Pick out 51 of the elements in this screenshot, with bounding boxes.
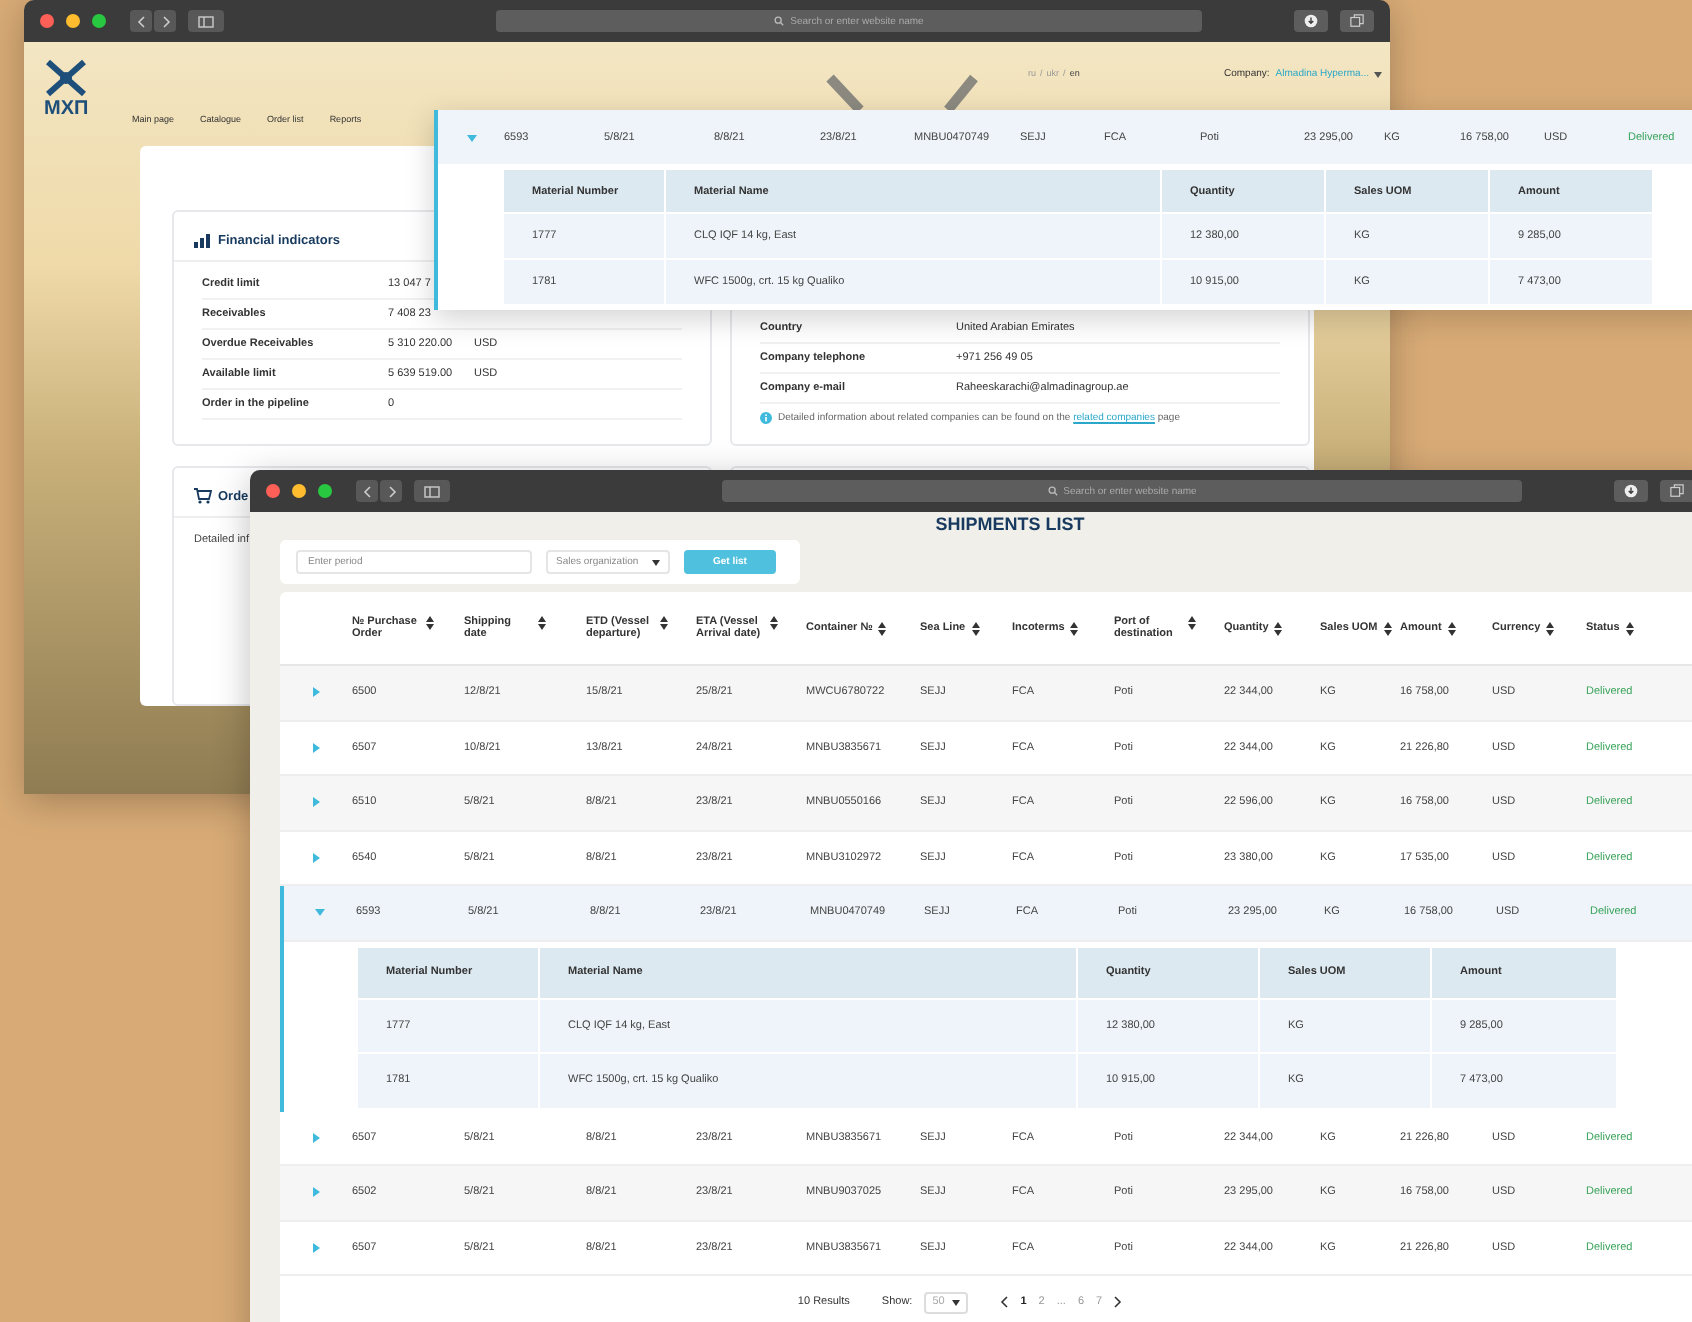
- sort-icon[interactable]: [1383, 621, 1392, 635]
- sort-icon[interactable]: [1188, 616, 1196, 630]
- caret-icon: [652, 559, 660, 565]
- sort-icon[interactable]: [1274, 621, 1283, 635]
- next-page-icon[interactable]: [1114, 1296, 1123, 1308]
- tabs-icon: [1670, 484, 1684, 498]
- sidebar-icon: [198, 15, 214, 27]
- sort-icon[interactable]: [770, 616, 778, 630]
- minimize-icon[interactable]: [292, 484, 306, 498]
- download-button[interactable]: [1294, 10, 1328, 32]
- back-button[interactable]: [356, 480, 378, 502]
- download-icon: [1304, 14, 1318, 28]
- search-icon: [1047, 486, 1058, 496]
- sort-icon[interactable]: [971, 621, 980, 635]
- sidebar-button[interactable]: [414, 480, 450, 502]
- tabs-button[interactable]: [1660, 480, 1692, 502]
- close-icon[interactable]: [40, 14, 54, 28]
- close-icon[interactable]: [266, 484, 280, 498]
- maximize-icon[interactable]: [92, 14, 106, 28]
- page-title: SHIPMENTS LIST: [933, 512, 1087, 536]
- tabs-icon: [1350, 14, 1364, 28]
- back-button[interactable]: [130, 10, 152, 32]
- minimize-icon[interactable]: [66, 14, 80, 28]
- chevron-right-icon: [385, 485, 397, 497]
- search-icon: [774, 16, 785, 26]
- previous-page-icon[interactable]: [1000, 1296, 1009, 1308]
- caret-icon: [952, 1299, 961, 1305]
- caret-icon: [1374, 71, 1383, 77]
- bar-chart-icon: [194, 232, 212, 248]
- sort-icon[interactable]: [1070, 621, 1079, 635]
- forward-button[interactable]: [154, 10, 176, 32]
- maximize-icon[interactable]: [318, 484, 332, 498]
- sort-icon[interactable]: [878, 621, 887, 635]
- logo-text: МХП: [44, 98, 89, 120]
- cart-icon: [194, 488, 212, 504]
- chevron-left-icon: [361, 485, 373, 497]
- sort-icon[interactable]: [538, 616, 546, 630]
- sort-icon[interactable]: [426, 616, 434, 630]
- chevron-left-icon: [135, 15, 147, 27]
- sidebar-icon: [424, 485, 440, 497]
- sort-icon[interactable]: [660, 616, 668, 630]
- download-icon: [1624, 484, 1638, 498]
- chevron-right-icon: [159, 15, 171, 27]
- forward-button[interactable]: [380, 480, 402, 502]
- tabs-button[interactable]: [1340, 10, 1374, 32]
- sort-icon[interactable]: [1546, 621, 1555, 635]
- info-icon: [760, 412, 772, 424]
- sort-icon[interactable]: [1625, 621, 1634, 635]
- sidebar-button[interactable]: [188, 10, 224, 32]
- sort-icon[interactable]: [1447, 621, 1456, 635]
- download-button[interactable]: [1614, 480, 1648, 502]
